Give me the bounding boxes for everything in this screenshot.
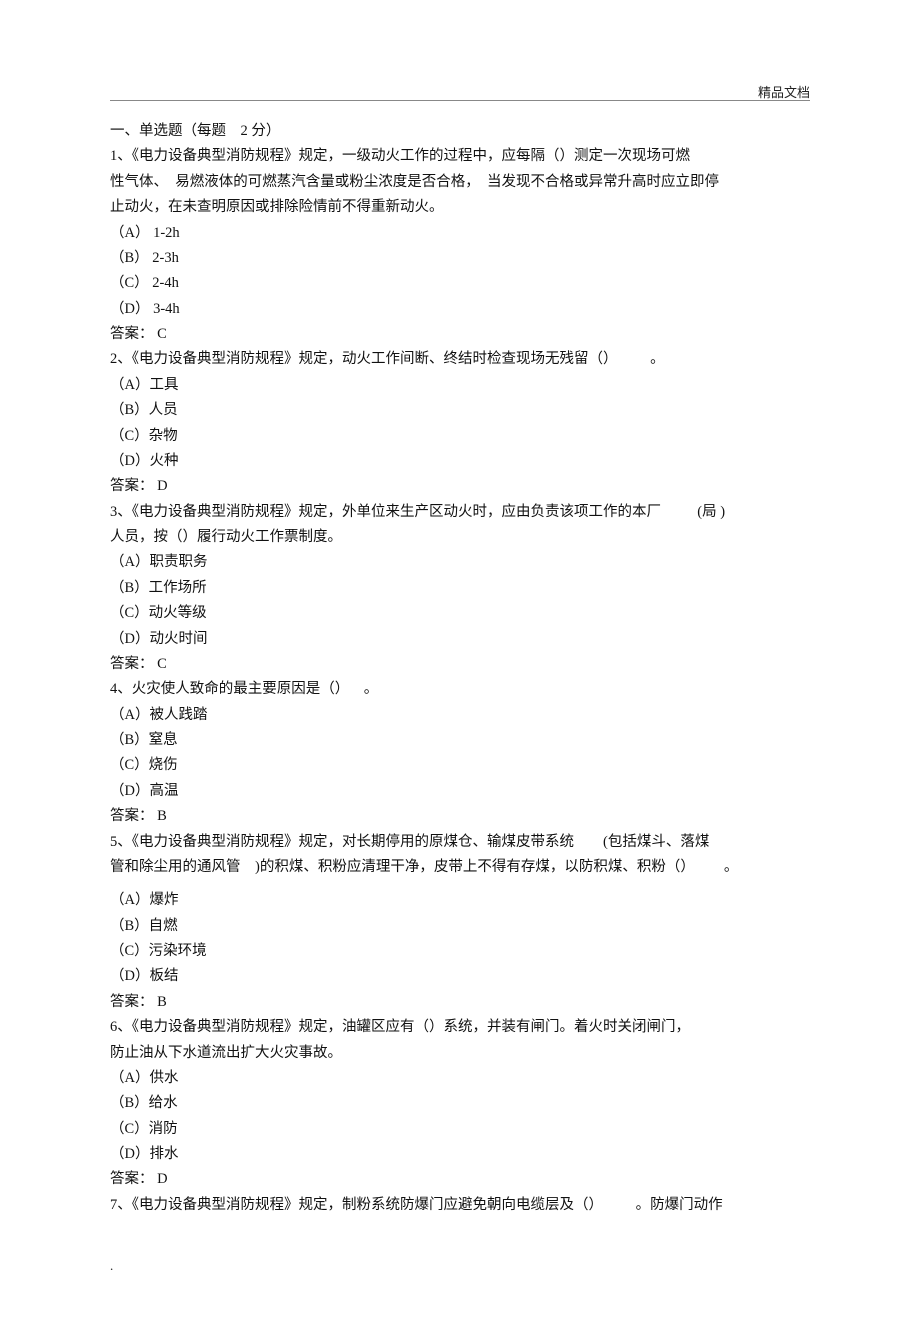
answer-line: 答案： B xyxy=(110,990,810,1015)
question-stem: 7、《电力设备典型消防规程》规定，制粉系统防爆门应避免朝向电缆层及（） 。防爆门… xyxy=(110,1193,810,1218)
option-d: （D）动火时间 xyxy=(110,627,810,652)
option-b: （B）窒息 xyxy=(110,728,810,753)
option-c: （C） 2-4h xyxy=(110,271,810,296)
question-stem: 2、《电力设备典型消防规程》规定，动火工作间断、终结时检查现场无残留（） 。 xyxy=(110,347,810,372)
question-stem: 性气体、 易燃液体的可燃蒸汽含量或粉尘浓度是否合格， 当发现不合格或异常升高时应… xyxy=(110,170,810,195)
option-c: （C）消防 xyxy=(110,1117,810,1142)
answer-line: 答案： B xyxy=(110,804,810,829)
option-a: （A）爆炸 xyxy=(110,888,810,913)
question-stem: 人员，按（）履行动火工作票制度。 xyxy=(110,525,810,550)
question-stem: 4、火灾使人致命的最主要原因是（） 。 xyxy=(110,677,810,702)
option-c: （C）动火等级 xyxy=(110,601,810,626)
option-d: （D）板结 xyxy=(110,964,810,989)
option-d: （D） 3-4h xyxy=(110,297,810,322)
option-c: （C）杂物 xyxy=(110,424,810,449)
option-b: （B）自燃 xyxy=(110,914,810,939)
option-a: （A）职责职务 xyxy=(110,550,810,575)
option-a: （A）被人践踏 xyxy=(110,703,810,728)
blank-line xyxy=(110,880,810,888)
question-stem: 1、《电力设备典型消防规程》规定，一级动火工作的过程中，应每隔（）测定一次现场可… xyxy=(110,144,810,169)
question-stem: 3、《电力设备典型消防规程》规定，外单位来生产区动火时，应由负责该项工作的本厂 … xyxy=(110,500,810,525)
option-b: （B）人员 xyxy=(110,398,810,423)
document-page: 精品文档 一、单选题（每题 2 分） 1、《电力设备典型消防规程》规定，一级动火… xyxy=(0,0,920,1334)
answer-line: 答案： C xyxy=(110,652,810,677)
section-heading: 一、单选题（每题 2 分） xyxy=(110,119,810,144)
option-c: （C）污染环境 xyxy=(110,939,810,964)
footer-dot: . xyxy=(110,1258,810,1274)
option-a: （A）供水 xyxy=(110,1066,810,1091)
option-b: （B） 2-3h xyxy=(110,246,810,271)
option-a: （A） 1-2h xyxy=(110,221,810,246)
option-b: （B）给水 xyxy=(110,1091,810,1116)
question-stem: 6、《电力设备典型消防规程》规定，油罐区应有（）系统，并装有闸门。着火时关闭闸门… xyxy=(110,1015,810,1040)
answer-line: 答案： D xyxy=(110,474,810,499)
answer-line: 答案： D xyxy=(110,1167,810,1192)
document-content: 一、单选题（每题 2 分） 1、《电力设备典型消防规程》规定，一级动火工作的过程… xyxy=(110,119,810,1218)
question-stem: 防止油从下水道流出扩大火灾事故。 xyxy=(110,1041,810,1066)
option-a: （A）工具 xyxy=(110,373,810,398)
header-label: 精品文档 xyxy=(758,82,810,101)
option-d: （D）高温 xyxy=(110,779,810,804)
option-b: （B）工作场所 xyxy=(110,576,810,601)
question-stem: 管和除尘用的通风管 )的积煤、积粉应清理干净，皮带上不得有存煤，以防积煤、积粉（… xyxy=(110,855,810,880)
answer-line: 答案： C xyxy=(110,322,810,347)
question-stem: 5、《电力设备典型消防规程》规定，对长期停用的原煤仓、输煤皮带系统 (包括煤斗、… xyxy=(110,830,810,855)
question-stem: 止动火，在未查明原因或排除险情前不得重新动火。 xyxy=(110,195,810,220)
option-d: （D）排水 xyxy=(110,1142,810,1167)
option-c: （C）烧伤 xyxy=(110,753,810,778)
option-d: （D）火种 xyxy=(110,449,810,474)
header-rule xyxy=(110,100,810,101)
